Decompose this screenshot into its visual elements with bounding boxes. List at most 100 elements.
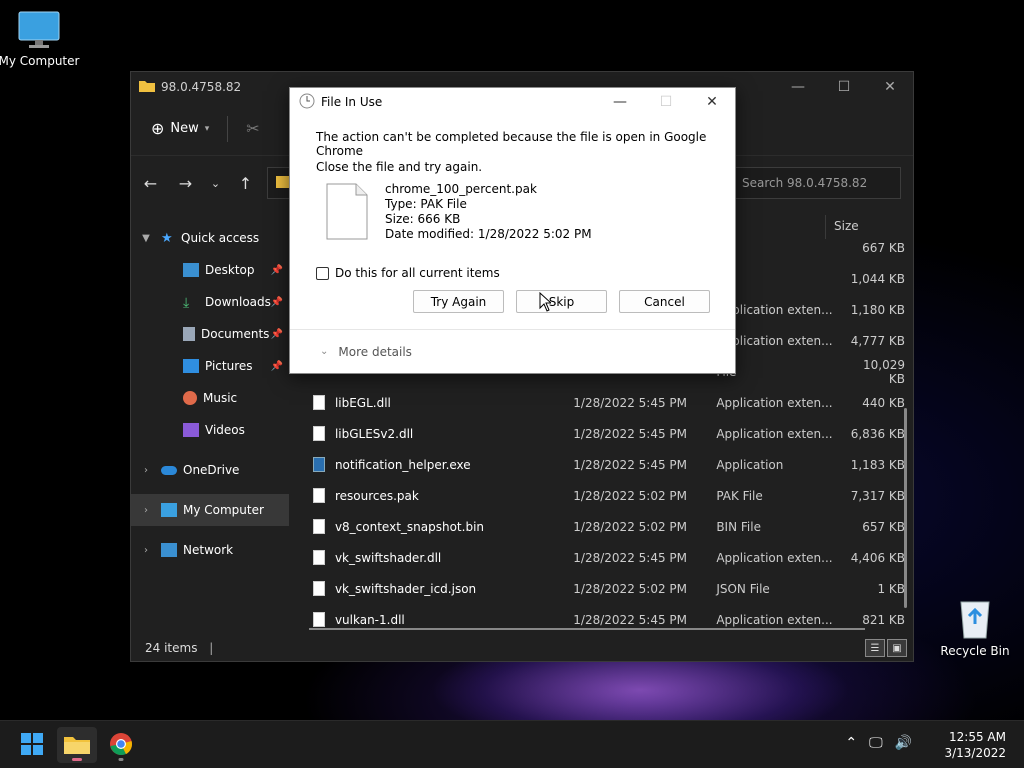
table-row[interactable]: vk_swiftshader.dll 1/28/2022 5:45 PM Appli… <box>305 542 905 573</box>
folder-icon <box>139 79 155 95</box>
checkbox-box[interactable] <box>316 266 329 280</box>
skip-button[interactable]: Skip <box>516 290 607 313</box>
tiles-view-icon[interactable]: ▣ <box>887 639 907 657</box>
table-row[interactable]: vulkan-1.dll 1/28/2022 5:45 PM Application… <box>305 604 905 635</box>
taskbar-file-explorer[interactable] <box>57 727 97 763</box>
document-icon <box>183 327 195 341</box>
table-row[interactable]: libEGL.dll 1/28/2022 5:45 PM Application e… <box>305 387 905 418</box>
chevron-right-icon[interactable]: › <box>131 505 161 516</box>
file-size: 1,183 KB <box>850 457 906 472</box>
sidebar-item-network[interactable]: › Network <box>131 534 289 566</box>
file-size: 1 KB <box>877 581 906 596</box>
horizontal-scrollbar[interactable] <box>309 628 865 630</box>
file-icon <box>326 183 368 240</box>
running-indicator <box>118 758 124 761</box>
pin-icon: 📌 <box>270 360 283 372</box>
sidebar-item-label: Downloads <box>205 295 271 309</box>
maximize-button[interactable]: ☐ <box>821 72 867 102</box>
file-name: chrome_100_percent.pak <box>385 182 537 196</box>
try-again-button[interactable]: Try Again <box>413 290 504 313</box>
chevron-right-icon[interactable]: › <box>131 545 161 556</box>
file-size: 10,029 KB <box>863 357 905 386</box>
table-row[interactable]: notification_helper.exe 1/28/2022 5:45 PM… <box>305 449 905 480</box>
back-arrow-icon[interactable]: ← <box>133 174 168 193</box>
desktop-icon-recycle-bin[interactable]: Recycle Bin <box>930 596 1020 658</box>
monitor-icon <box>17 10 61 50</box>
file-name: libGLESv2.dll <box>334 426 414 441</box>
cancel-button[interactable]: Cancel <box>619 290 710 313</box>
vertical-scrollbar[interactable] <box>904 408 907 608</box>
start-button[interactable] <box>12 727 52 763</box>
up-arrow-icon[interactable]: ↑ <box>228 174 263 193</box>
monitor-icon <box>161 503 177 517</box>
sidebar-item-pictures[interactable]: Pictures 📌 <box>131 350 289 382</box>
sidebar-item-label: OneDrive <box>183 463 240 477</box>
sidebar-item-music[interactable]: Music <box>131 382 289 414</box>
file-type: Application exten... <box>716 395 833 410</box>
file-icon <box>313 519 325 534</box>
file-date: 1/28/2022 5:02 PM <box>573 519 687 534</box>
dll-file-icon <box>313 395 325 410</box>
minimize-button[interactable]: — <box>775 72 821 102</box>
volume-icon[interactable]: 🔊 <box>895 735 912 751</box>
desktop-icon-label: Recycle Bin <box>940 644 1010 658</box>
table-row[interactable]: vk_swiftshader_icd.json 1/28/2022 5:02 PM… <box>305 573 905 604</box>
file-name: vk_swiftshader_icd.json <box>334 581 477 596</box>
cut-icon[interactable]: ✂ <box>246 119 259 138</box>
sidebar-item-documents[interactable]: Documents 📌 <box>131 318 289 350</box>
sidebar-item-onedrive[interactable]: › OneDrive <box>131 454 289 486</box>
file-size: 6,836 KB <box>850 426 906 441</box>
folder-icon <box>276 176 290 188</box>
file-date: 1/28/2022 5:45 PM <box>573 457 687 472</box>
cloud-icon <box>161 465 177 475</box>
network-status-icon[interactable]: 🖵 <box>869 735 883 751</box>
file-name: vulkan-1.dll <box>334 612 405 627</box>
chevron-down-icon[interactable]: ▼ <box>131 233 161 244</box>
file-in-use-dialog: File In Use — ☐ ✕ The action can't be co… <box>289 87 736 374</box>
status-bar: 24 items | <box>145 641 213 655</box>
apply-to-all-checkbox[interactable]: Do this for all current items <box>316 266 500 280</box>
sidebar-item-quick-access[interactable]: ▼ ★ Quick access <box>131 222 289 254</box>
chevron-up-icon[interactable]: ⌃ <box>845 735 857 751</box>
windows-logo-icon <box>21 732 43 758</box>
file-size: 440 KB <box>862 395 906 410</box>
clock-date: 3/13/2022 <box>944 746 1006 760</box>
details-view-icon[interactable]: ☰ <box>865 639 885 657</box>
dll-file-icon <box>313 426 325 441</box>
recent-locations-chevron-icon[interactable]: ⌄ <box>203 177 228 190</box>
maximize-button: ☐ <box>659 94 673 110</box>
more-details-toggle[interactable]: ⌄ More details <box>290 329 735 373</box>
desktop-icon-my-computer[interactable]: My Computer <box>0 10 84 68</box>
file-name: resources.pak <box>334 488 419 503</box>
minimize-button[interactable]: — <box>597 88 643 116</box>
taskbar-clock[interactable]: 12:55 AM 3/13/2022 <box>944 729 1006 761</box>
search-input[interactable]: Search 98.0.4758.82 <box>731 167 901 199</box>
new-button[interactable]: ⊕ New ▾ <box>151 119 209 138</box>
file-size: 7,317 KB <box>850 488 906 503</box>
file-type: Application <box>716 457 784 472</box>
pin-icon: 📌 <box>270 296 283 308</box>
file-date-modified: Date modified: 1/28/2022 5:02 PM <box>385 227 592 241</box>
chevron-right-icon[interactable]: › <box>131 465 161 476</box>
taskbar-chrome[interactable] <box>101 727 141 763</box>
sidebar-item-my-computer[interactable]: › My Computer <box>131 494 289 526</box>
close-button[interactable]: ✕ <box>689 88 735 116</box>
dialog-titlebar[interactable]: File In Use — ☐ ✕ <box>290 88 735 116</box>
sidebar-item-videos[interactable]: Videos <box>131 414 289 446</box>
desktop-icon <box>183 263 199 277</box>
sidebar-item-downloads[interactable]: ⤓ Downloads 📌 <box>131 286 289 318</box>
file-name: notification_helper.exe <box>334 457 471 472</box>
table-row[interactable]: resources.pak 1/28/2022 5:02 PM PAK File 7,… <box>305 480 905 511</box>
forward-arrow-icon[interactable]: → <box>168 174 203 193</box>
active-indicator <box>72 758 82 761</box>
sidebar-item-desktop[interactable]: Desktop 📌 <box>131 254 289 286</box>
pin-icon: 📌 <box>270 264 283 276</box>
close-button[interactable]: ✕ <box>867 72 913 102</box>
file-size: 667 KB <box>862 240 905 255</box>
table-row[interactable]: libGLESv2.dll 1/28/2022 5:45 PM Applicatio… <box>305 418 905 449</box>
dialog-title: File In Use <box>321 95 383 109</box>
file-icon <box>313 581 325 596</box>
file-date: 1/28/2022 5:45 PM <box>573 550 687 565</box>
table-row[interactable]: v8_context_snapshot.bin 1/28/2022 5:02 PM… <box>305 511 905 542</box>
file-name: v8_context_snapshot.bin <box>334 519 485 534</box>
